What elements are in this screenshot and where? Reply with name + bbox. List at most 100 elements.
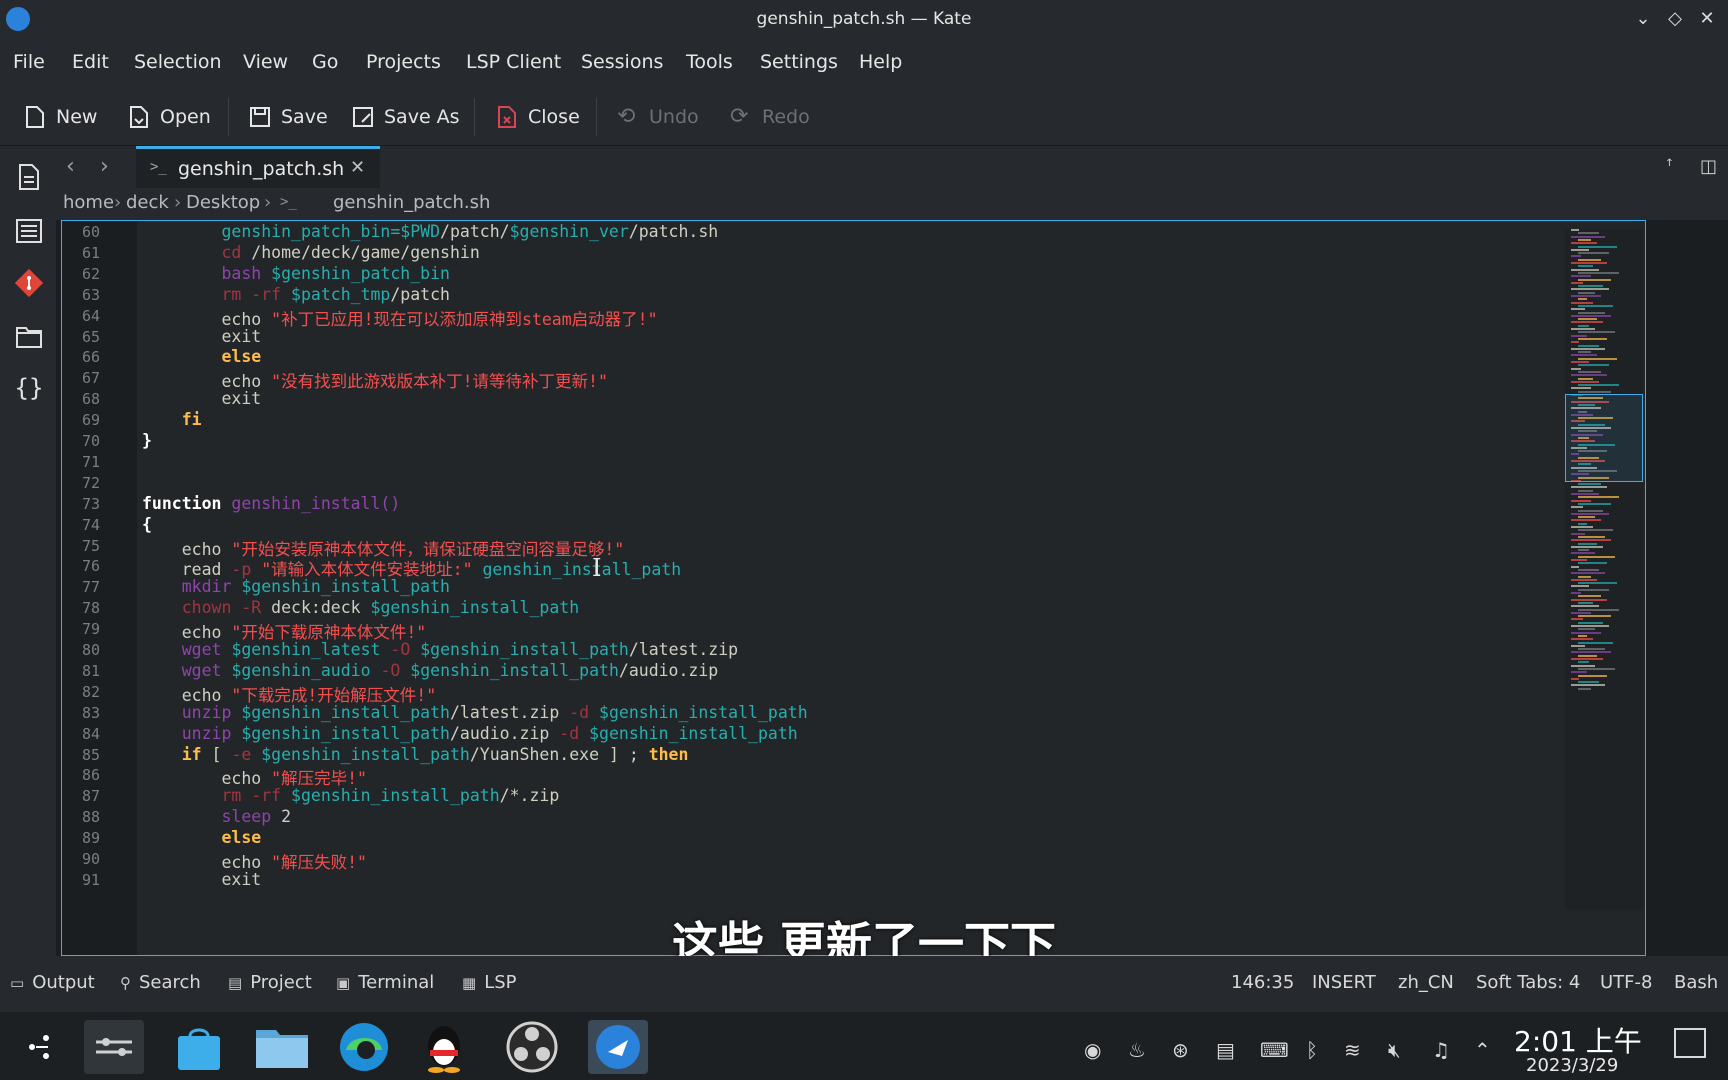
- menu-edit[interactable]: Edit: [72, 51, 109, 73]
- file-browser-icon[interactable]: [14, 322, 44, 352]
- discover-store-icon[interactable]: [170, 1020, 230, 1074]
- undo-button[interactable]: ⟲ Undo: [617, 102, 699, 132]
- obs-tray-icon[interactable]: ◉: [1084, 1038, 1101, 1062]
- kate-taskbar-icon[interactable]: [588, 1020, 648, 1074]
- menu-projects[interactable]: Projects: [366, 51, 441, 73]
- code-line[interactable]: 60 genshin_patch_bin=$PWD/patch/$genshin…: [62, 221, 1637, 244]
- code-line[interactable]: 69 fi: [62, 409, 1637, 432]
- code-line[interactable]: 76 read -p "请输入本体文件安装地址:" genshin_instal…: [62, 555, 1637, 579]
- split-view-icon[interactable]: ◫: [1700, 156, 1717, 177]
- chevron-up-icon[interactable]: ⌃: [1474, 1038, 1491, 1062]
- code-line[interactable]: 63 rm -rf $patch_tmp/patch: [62, 284, 1637, 307]
- keyboard-icon[interactable]: ⌨: [1260, 1038, 1289, 1062]
- code-line[interactable]: 65 exit: [62, 326, 1637, 349]
- code-line[interactable]: 66 else: [62, 346, 1637, 369]
- menu-selection[interactable]: Selection: [134, 51, 222, 73]
- clipboard-icon[interactable]: ▤: [1216, 1038, 1235, 1062]
- file-manager-icon[interactable]: [252, 1020, 312, 1074]
- save-as-button[interactable]: Save As: [352, 102, 460, 132]
- edge-browser-icon[interactable]: [334, 1020, 394, 1074]
- menu-view[interactable]: View: [243, 51, 288, 73]
- lsp-panel-button[interactable]: ▦ LSP: [462, 972, 517, 993]
- obs-studio-icon[interactable]: [502, 1020, 562, 1074]
- maximize-button[interactable]: ◇: [1662, 6, 1688, 32]
- show-desktop-icon[interactable]: [1674, 1028, 1706, 1058]
- menu-lsp-client[interactable]: LSP Client: [466, 51, 561, 73]
- menu-tools[interactable]: Tools: [686, 51, 733, 73]
- code-line[interactable]: 75 echo "开始安装原神本体文件，请保证硬盘空间容量足够!": [62, 535, 1637, 559]
- code-line[interactable]: 62 bash $genshin_patch_bin: [62, 263, 1637, 286]
- breadcrumb-home[interactable]: home: [63, 192, 114, 213]
- documents-icon[interactable]: [14, 162, 44, 192]
- new-button[interactable]: New: [24, 102, 97, 132]
- code-line[interactable]: 84 unzip $genshin_install_path/audio.zip…: [62, 723, 1637, 746]
- input-mode[interactable]: INSERT: [1312, 972, 1376, 993]
- menu-sessions[interactable]: Sessions: [581, 51, 663, 73]
- minimize-button[interactable]: ⌄: [1630, 6, 1656, 32]
- code-line[interactable]: 64 echo "补丁已应用!现在可以添加原神到steam启动器了!": [62, 305, 1637, 329]
- close-window-button[interactable]: ✕: [1694, 6, 1720, 32]
- code-editor[interactable]: 60 genshin_patch_bin=$PWD/patch/$genshin…: [61, 220, 1646, 956]
- terminal-panel-button[interactable]: ▣ Terminal: [336, 972, 434, 993]
- code-line[interactable]: 90 echo "解压失败!": [62, 848, 1637, 872]
- code-line[interactable]: 71: [62, 451, 1637, 474]
- open-button[interactable]: Open: [128, 102, 211, 132]
- code-line[interactable]: 74 {: [62, 514, 1637, 537]
- menu-help[interactable]: Help: [859, 51, 902, 73]
- code-line[interactable]: 73 function genshin_install(): [62, 493, 1637, 516]
- code-line[interactable]: 83 unzip $genshin_install_path/latest.zi…: [62, 702, 1637, 725]
- pin-icon[interactable]: ꜛ: [1666, 156, 1673, 177]
- menu-file[interactable]: File: [13, 51, 45, 73]
- code-line[interactable]: 89 else: [62, 827, 1637, 850]
- back-arrow-icon[interactable]: ‹: [66, 154, 75, 179]
- code-line[interactable]: 70}: [62, 430, 1637, 453]
- breadcrumb-desktop[interactable]: Desktop: [186, 192, 260, 213]
- code-line[interactable]: 77 mkdir $genshin_install_path: [62, 576, 1637, 599]
- redo-button[interactable]: ⟳ Redo: [730, 102, 810, 132]
- code-line[interactable]: 82 echo "下载完成!开始解压文件!": [62, 681, 1637, 705]
- code-line[interactable]: 72: [62, 472, 1637, 495]
- indentation-setting[interactable]: Soft Tabs: 4: [1476, 972, 1580, 993]
- code-braces-icon[interactable]: {}: [14, 374, 44, 404]
- breadcrumb-file[interactable]: genshin_patch.sh: [333, 192, 490, 213]
- code-line[interactable]: 80 wget $genshin_latest -O $genshin_inst…: [62, 639, 1637, 662]
- close-document-button[interactable]: Close: [496, 102, 580, 132]
- symbol-outline-icon[interactable]: [14, 216, 44, 246]
- microphone-icon[interactable]: ♫: [1432, 1038, 1450, 1062]
- code-line[interactable]: 67 echo "没有找到此游戏版本补丁!请等待补丁更新!": [62, 367, 1637, 391]
- app-launcher-icon[interactable]: [10, 1020, 70, 1074]
- save-button[interactable]: Save: [249, 102, 328, 132]
- code-line[interactable]: 86 echo "解压完毕!": [62, 764, 1637, 788]
- menu-go[interactable]: Go: [312, 51, 338, 73]
- code-line[interactable]: 91 exit: [62, 869, 1637, 892]
- syntax-mode[interactable]: Bash: [1674, 972, 1718, 993]
- tab-genshin-patch[interactable]: >_ genshin_patch.sh ✕: [136, 146, 380, 188]
- tab-close-icon[interactable]: ✕: [350, 157, 365, 178]
- code-line[interactable]: 85 if [ -e $genshin_install_path/YuanShe…: [62, 744, 1637, 767]
- clock-time[interactable]: 2:01 上午: [1514, 1020, 1642, 1060]
- wifi-icon[interactable]: ≋: [1344, 1038, 1361, 1062]
- system-settings-icon[interactable]: [84, 1020, 144, 1074]
- menu-settings[interactable]: Settings: [760, 51, 838, 73]
- code-line[interactable]: 61 cd /home/deck/game/genshin: [62, 242, 1637, 265]
- code-line[interactable]: 88 sleep 2: [62, 806, 1637, 829]
- language-dictionary[interactable]: zh_CN: [1398, 972, 1454, 993]
- code-line[interactable]: 68 exit: [62, 388, 1637, 411]
- output-panel-button[interactable]: ▭ Output: [10, 972, 95, 993]
- steam-tray-icon[interactable]: ⊛: [1172, 1038, 1189, 1062]
- volume-muted-icon[interactable]: 🔇︎: [1388, 1038, 1401, 1062]
- code-line[interactable]: 79 echo "开始下载原神本体文件!": [62, 618, 1637, 642]
- breadcrumb-deck[interactable]: deck: [126, 192, 169, 213]
- code-line[interactable]: 87 rm -rf $genshin_install_path/*.zip: [62, 785, 1637, 808]
- code-line[interactable]: 78 chown -R deck:deck $genshin_install_p…: [62, 597, 1637, 620]
- forward-arrow-icon[interactable]: ›: [100, 154, 109, 179]
- git-icon[interactable]: [14, 268, 44, 298]
- code-line[interactable]: 81 wget $genshin_audio -O $genshin_insta…: [62, 660, 1637, 683]
- qq-icon[interactable]: [414, 1020, 474, 1074]
- notification-tray-icon[interactable]: ♨: [1128, 1038, 1146, 1062]
- minimap-viewport[interactable]: [1565, 394, 1643, 482]
- project-panel-button[interactable]: ▤ Project: [228, 972, 312, 993]
- search-panel-button[interactable]: ⚲ Search: [120, 972, 201, 993]
- encoding-setting[interactable]: UTF-8: [1600, 972, 1652, 993]
- cursor-position[interactable]: 146:35: [1231, 972, 1294, 993]
